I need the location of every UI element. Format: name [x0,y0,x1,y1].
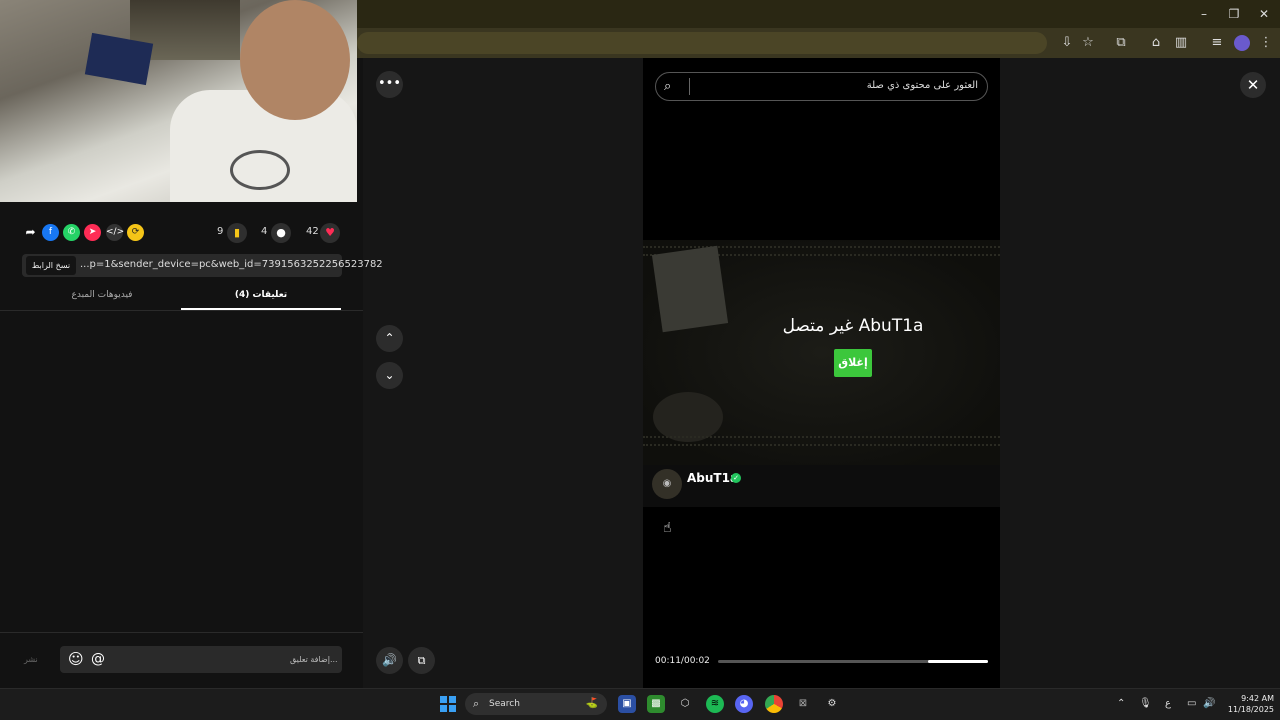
sidebar-icon[interactable]: ▥ [1173,35,1189,51]
install-icon[interactable]: ⇩ [1059,35,1075,51]
avatar[interactable]: ◉ [652,469,682,499]
discord-icon[interactable]: ◕ [735,695,753,713]
search-placeholder: العثور على محتوى ذي صلة [866,80,978,91]
webcam-overlay [0,0,357,202]
media-icon[interactable]: ≡ [1209,35,1225,51]
video-thumbnail [643,240,1000,465]
next-video-button[interactable]: ⌄ [376,362,403,389]
spotify-icon[interactable]: ≋ [706,695,724,713]
likes-count: 42 [306,226,319,237]
more-options-button[interactable]: ••• [376,71,403,98]
speaker-icon[interactable]: 🔊 [1203,698,1215,709]
comment-divider [0,632,363,633]
microphone-icon[interactable]: 🎙 [1139,698,1152,709]
windows-start-icon[interactable] [440,696,456,712]
steam-icon[interactable]: ⚙ [823,695,841,713]
mention-icon[interactable]: @ [91,651,105,667]
extensions-icon[interactable]: ⧉ [1113,35,1129,51]
share-link-text: ...p=1&sender_device=pc&web_id=739156325… [80,259,383,270]
mouse-cursor-icon: ☝ [663,520,672,536]
facebook-icon[interactable]: f [42,224,59,241]
window-close-button[interactable]: ✕ [1256,6,1272,22]
minimize-button[interactable]: – [1196,6,1212,22]
xbox-icon[interactable]: ⊠ [794,695,812,713]
heart-icon[interactable]: ♥ [320,223,340,243]
verified-icon: ✓ [731,473,741,483]
unity-icon[interactable]: ⬡ [676,695,694,713]
profile-icon[interactable] [1234,35,1250,51]
whatsapp-icon[interactable]: ✆ [63,224,80,241]
clock-date: 11/18/2025 [1227,705,1274,714]
clock-time: 9:42 AM [1241,694,1274,703]
close-video-button[interactable]: ✕ [1240,72,1266,98]
bookmark-icon[interactable]: ▮ [227,223,247,243]
playback-time: 00:11/00:02 [655,656,710,666]
search-icon[interactable]: ⌕ [664,79,671,94]
close-live-button[interactable]: إغلاق [834,349,872,377]
offline-message: غير متصل AbuT1a [782,316,924,336]
tab-comments[interactable]: تعليقات (4) [181,290,341,300]
embed-icon[interactable]: </> [106,224,124,241]
search-divider [689,78,690,95]
game-app-icon[interactable]: ▣ [618,695,636,713]
comment-icon[interactable]: ● [271,223,291,243]
network-icon[interactable]: ▭ [1187,698,1196,709]
chevron-up-icon[interactable]: ⌃ [1117,698,1125,709]
copy-link-button[interactable]: نسخ الرابط [26,256,76,275]
golf-app-icon[interactable]: ⛳ [583,695,601,713]
menu-icon[interactable]: ⋮ [1258,35,1274,51]
volume-button[interactable]: 🔊 [376,647,403,674]
tab-divider [0,310,363,311]
taskbar-search-label: Search [489,699,520,709]
comments-count: 4 [261,226,268,237]
comment-placeholder: إضافة تعليق... [290,655,338,664]
search-icon: ⌕ [473,697,480,710]
post-comment-button[interactable]: نشر [24,655,38,664]
taskbar [0,688,1280,720]
send-to-friend-icon[interactable]: ➤ [84,224,101,241]
star-icon[interactable]: ☆ [1080,35,1096,51]
labs-icon[interactable]: ⌂ [1148,35,1164,51]
system-clock[interactable]: 9:42 AM 11/18/2025 [1218,693,1274,715]
tab-creator-videos[interactable]: فيديوهات المبدع [22,290,182,300]
picture-in-picture-button[interactable]: ⧉ [408,647,435,674]
saves-count: 9 [217,226,224,237]
share-arrow-icon[interactable]: ➦ [22,224,39,241]
emoji-icon[interactable]: ☺ [68,650,84,668]
repost-icon[interactable]: ⟳ [127,224,144,241]
minecraft-icon[interactable]: ▩ [647,695,665,713]
language-indicator[interactable]: ع [1165,698,1171,709]
address-bar[interactable] [357,32,1047,54]
progress-fill [928,660,988,663]
restore-button[interactable]: ❐ [1226,6,1242,22]
previous-video-button[interactable]: ⌃ [376,325,403,352]
chrome-icon[interactable] [765,695,783,713]
